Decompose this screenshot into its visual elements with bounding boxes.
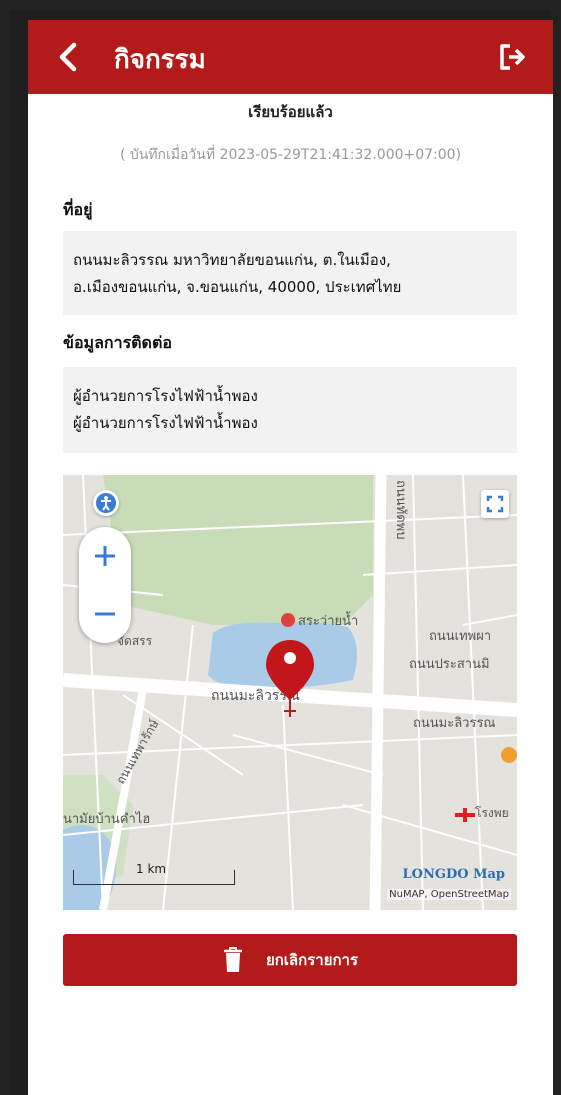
cancel-button-label: ยกเลิกรายการ (265, 951, 359, 969)
scale-label: 1 km (136, 862, 167, 876)
plus-icon (95, 546, 115, 566)
address-line-1: ถนนมะลิวรรณ มหาวิทยาลัยขอนแก่น, ต.ในเมือ… (73, 251, 391, 269)
contact-line-2: ผู้อำนวยการโรงไฟฟ้าน้ำพอง (73, 414, 258, 432)
park-area (103, 475, 373, 625)
address-heading: ที่อยู่ (63, 200, 93, 219)
zoom-out-button[interactable] (79, 585, 131, 643)
saved-timestamp: ( บันทึกเมื่อวันที่ 2023-05-29T21:41:32.… (119, 147, 462, 163)
pool-marker-icon (281, 613, 295, 627)
map-attribution: NuMAP, OpenStreetMap (387, 889, 511, 900)
map-poi-label: โรงพย (475, 806, 509, 820)
top-bar: กิจกรรม (28, 20, 553, 94)
chevron-left-icon (59, 42, 77, 72)
fullscreen-button[interactable] (481, 490, 509, 518)
address-line-2: อ.เมืองขอนแก่น, จ.ขอนแก่น, 40000, ประเทศ… (73, 278, 402, 296)
zoom-control (79, 527, 131, 643)
minus-icon (95, 612, 115, 616)
map-view[interactable]: ถนนมะลิวรรณ ถนนมะลิวรรณ ถนนเทพผา ถนนประส… (63, 475, 517, 910)
zoom-in-button[interactable] (79, 527, 131, 585)
map-road-label: ถนนทัดพบ (393, 480, 408, 539)
map-road-label: ถนนเทพผา (429, 629, 491, 644)
accessibility-icon (96, 493, 116, 513)
map-brand-logo: LONGDO Map (402, 867, 505, 882)
cancel-button[interactable]: ยกเลิกรายการ (63, 934, 517, 986)
main-road-vertical (369, 475, 387, 910)
logout-button[interactable] (493, 37, 533, 77)
map-poi-label: นามัยบ้านคำไฮ (63, 811, 150, 827)
status-text: เรียบร้อยแล้ว (248, 103, 333, 121)
poi-marker-icon (501, 747, 517, 763)
contact-heading: ข้อมูลการติดต่อ (63, 333, 172, 352)
scale-bar: 1 km (73, 862, 235, 885)
map-canvas: ถนนมะลิวรรณ ถนนมะลิวรรณ ถนนเทพผา ถนนประส… (63, 475, 517, 910)
contact-line-1: ผู้อำนวยการโรงไฟฟ้าน้ำพอง (73, 387, 258, 405)
page-title: กิจกรรม (114, 45, 206, 75)
back-button[interactable] (48, 37, 88, 77)
map-poi-label: สระว่ายน้ำ (298, 611, 358, 629)
logout-icon (500, 44, 525, 70)
app-screen: กิจกรรม เรียบร้อยแล้ว ( บันทึกเมื่อวันที… (28, 20, 553, 1095)
contact-box: ผู้อำนวยการโรงไฟฟ้าน้ำพอง ผู้อำนวยการโรง… (63, 367, 517, 453)
map-road-label: ถนนประสานมิ (409, 657, 490, 672)
trash-icon (222, 947, 244, 973)
accessibility-button[interactable] (93, 490, 119, 516)
fullscreen-icon (486, 495, 504, 513)
address-box: ถนนมะลิวรรณ มหาวิทยาลัยขอนแก่น, ต.ในเมือ… (63, 231, 517, 315)
map-road-label: ถนนมะลิวรรณ (413, 716, 496, 731)
